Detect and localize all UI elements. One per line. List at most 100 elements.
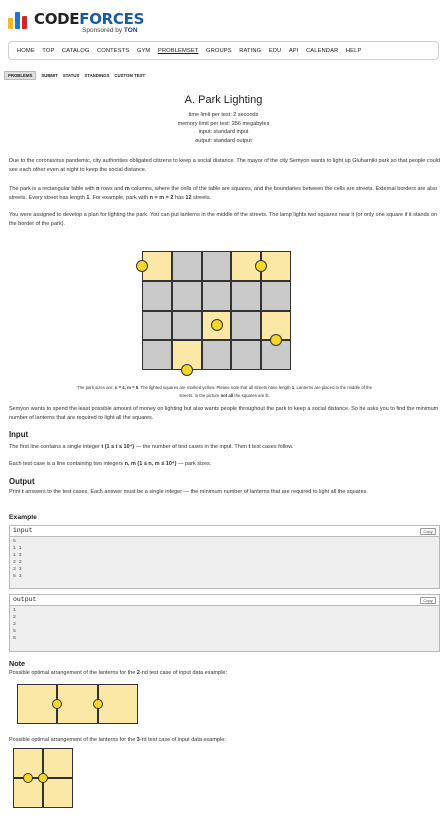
park-illustration [136, 251, 291, 376]
submenu-item-custom-test[interactable]: CUSTOM TEST [114, 73, 145, 78]
text: Each test case is a line containing two … [9, 461, 125, 467]
park-square [142, 280, 172, 311]
text: test case of input data example: [147, 670, 227, 676]
note-paragraph-1: Possible optimal arrangement of the lant… [9, 669, 440, 678]
park-square [201, 340, 232, 370]
example-input-line: 2 2 [13, 560, 22, 565]
text: test case of input data example: [146, 737, 226, 743]
example-input-line: 3 3 [13, 567, 22, 572]
text: -rd [139, 737, 147, 743]
math: t (1 ≤ t ≤ 10⁴) [101, 444, 135, 450]
lantern-icon [255, 259, 268, 272]
menu-item-home[interactable]: HOME [17, 48, 35, 54]
text: . For example, park with [89, 195, 150, 202]
note-square [57, 684, 98, 724]
note-figure-2 [13, 748, 73, 808]
problem-limits: time limit per test: 2 seconds memory li… [0, 111, 447, 145]
note-figure-1 [17, 684, 138, 724]
submenu-item-problems[interactable]: PROBLEMS [4, 71, 37, 80]
caption-line-2: streets. In the picture not all the squa… [9, 392, 440, 400]
memory-limit: memory limit per test: 256 megabytes [177, 120, 270, 127]
park-square [231, 340, 262, 370]
copy-output-button[interactable]: Copy [420, 597, 436, 604]
site-header: CODEFORCES Sponsored by TON [8, 8, 208, 38]
example-input-line: 5 3 [13, 574, 22, 579]
park-square [201, 280, 232, 311]
example-output-line: 2 [13, 615, 16, 620]
example-input-box: input Copy 5 1 1 1 3 2 2 3 3 5 3 [9, 525, 440, 589]
site-logo[interactable]: CODEFORCES [34, 10, 144, 28]
caption-line-1: The park sizes are: n = 4, m = 5. The li… [9, 384, 440, 392]
example-output-line: 1 [13, 608, 16, 613]
note-square [17, 684, 58, 724]
submenu-item-status[interactable]: STATUS [63, 73, 80, 78]
park-square [142, 340, 172, 370]
menu-item-help[interactable]: HELP [346, 48, 362, 54]
time-limit: time limit per test: 2 seconds [188, 112, 259, 118]
example-output-line: 8 [13, 636, 16, 641]
output-section-title: Output [9, 477, 35, 486]
menu-item-edu[interactable]: EDU [269, 48, 282, 54]
text: streets. In the picture [179, 393, 221, 398]
text: The park sizes are: [77, 385, 115, 390]
example-input-header: input Copy [10, 526, 439, 537]
output-type: output: standard output [195, 137, 252, 144]
park-square [171, 310, 202, 341]
main-menu: HOME TOP CATALOG CONTESTS GYM PROBLEMSET GROUP… [8, 41, 439, 60]
example-output-box: output Copy 1 2 2 5 8 [9, 594, 440, 652]
text: the squares are lit. [233, 393, 270, 398]
input-paragraph-2: Each test case is a line containing two … [9, 460, 440, 469]
lantern-icon [210, 319, 223, 332]
park-square [261, 280, 291, 311]
lantern-icon [92, 699, 103, 709]
text: — the number of test cases in the input.… [134, 444, 249, 450]
menu-item-catalog[interactable]: CATALOG [62, 48, 90, 54]
logo-bar-yellow [8, 18, 13, 29]
math: n = m = 2 [149, 195, 174, 202]
codeforces-logo-icon[interactable] [8, 9, 32, 29]
example-input-line: 1 1 [13, 546, 22, 551]
lantern-icon [180, 364, 193, 376]
text: Possible optimal arrangement of the lant… [9, 670, 137, 676]
example-input-line: 5 [13, 539, 16, 544]
sponsor-line: Sponsored by TON [82, 27, 138, 34]
example-input-content[interactable]: 5 1 1 1 3 2 2 3 3 5 3 [10, 537, 439, 588]
menu-item-groups[interactable]: GROUPS [206, 48, 232, 54]
example-input-label: input [13, 527, 33, 534]
sponsor-name[interactable]: TON [124, 27, 138, 34]
example-output-header: output Copy [10, 595, 439, 606]
logo-bar-blue [15, 12, 20, 29]
example-section-title: Example [9, 514, 37, 521]
text: . The lighted squares are marked yellow.… [138, 385, 292, 390]
submenu-item-submit[interactable]: SUBMIT [41, 73, 57, 78]
output-paragraph: Print t answers to the test cases. Each … [9, 488, 440, 497]
logo-part2: FORCES [79, 10, 145, 28]
menu-item-gym[interactable]: GYM [137, 48, 151, 54]
input-paragraph-1: The first line contains a single integer… [9, 443, 440, 452]
copy-input-button[interactable]: Copy [420, 528, 436, 535]
problem-title: A. Park Lighting [184, 94, 263, 106]
park-square [171, 251, 202, 281]
submenu-item-standings[interactable]: STANDINGS [84, 73, 109, 78]
text: -nd [139, 670, 148, 676]
text: answers to the test cases. Each answer m… [23, 489, 368, 495]
menu-item-calendar[interactable]: CALENDAR [306, 48, 338, 54]
note-section-title: Note [9, 659, 25, 668]
menu-item-top[interactable]: TOP [42, 48, 54, 54]
example-output-line: 2 [13, 622, 16, 627]
example-output-content[interactable]: 1 2 2 5 8 [10, 606, 439, 651]
math: n = 4, m = 5 [114, 385, 139, 390]
statement-paragraph-3: You were assigned to develop a plan for … [9, 212, 438, 228]
menu-item-rating[interactable]: RATING [239, 48, 261, 54]
menu-item-api[interactable]: API [289, 48, 299, 54]
note-square [43, 778, 73, 808]
park-square [231, 280, 262, 311]
text: streets. [191, 195, 212, 202]
statement-paragraph-1: Due to the coronavirus pandemic, city au… [9, 158, 440, 174]
park-square [201, 251, 232, 281]
emphasis: not all [220, 393, 234, 398]
menu-item-contests[interactable]: CONTESTS [97, 48, 129, 54]
park-square [142, 310, 172, 341]
menu-item-problemset[interactable]: PROBLEMSET [158, 48, 199, 54]
text: Print [9, 489, 22, 495]
